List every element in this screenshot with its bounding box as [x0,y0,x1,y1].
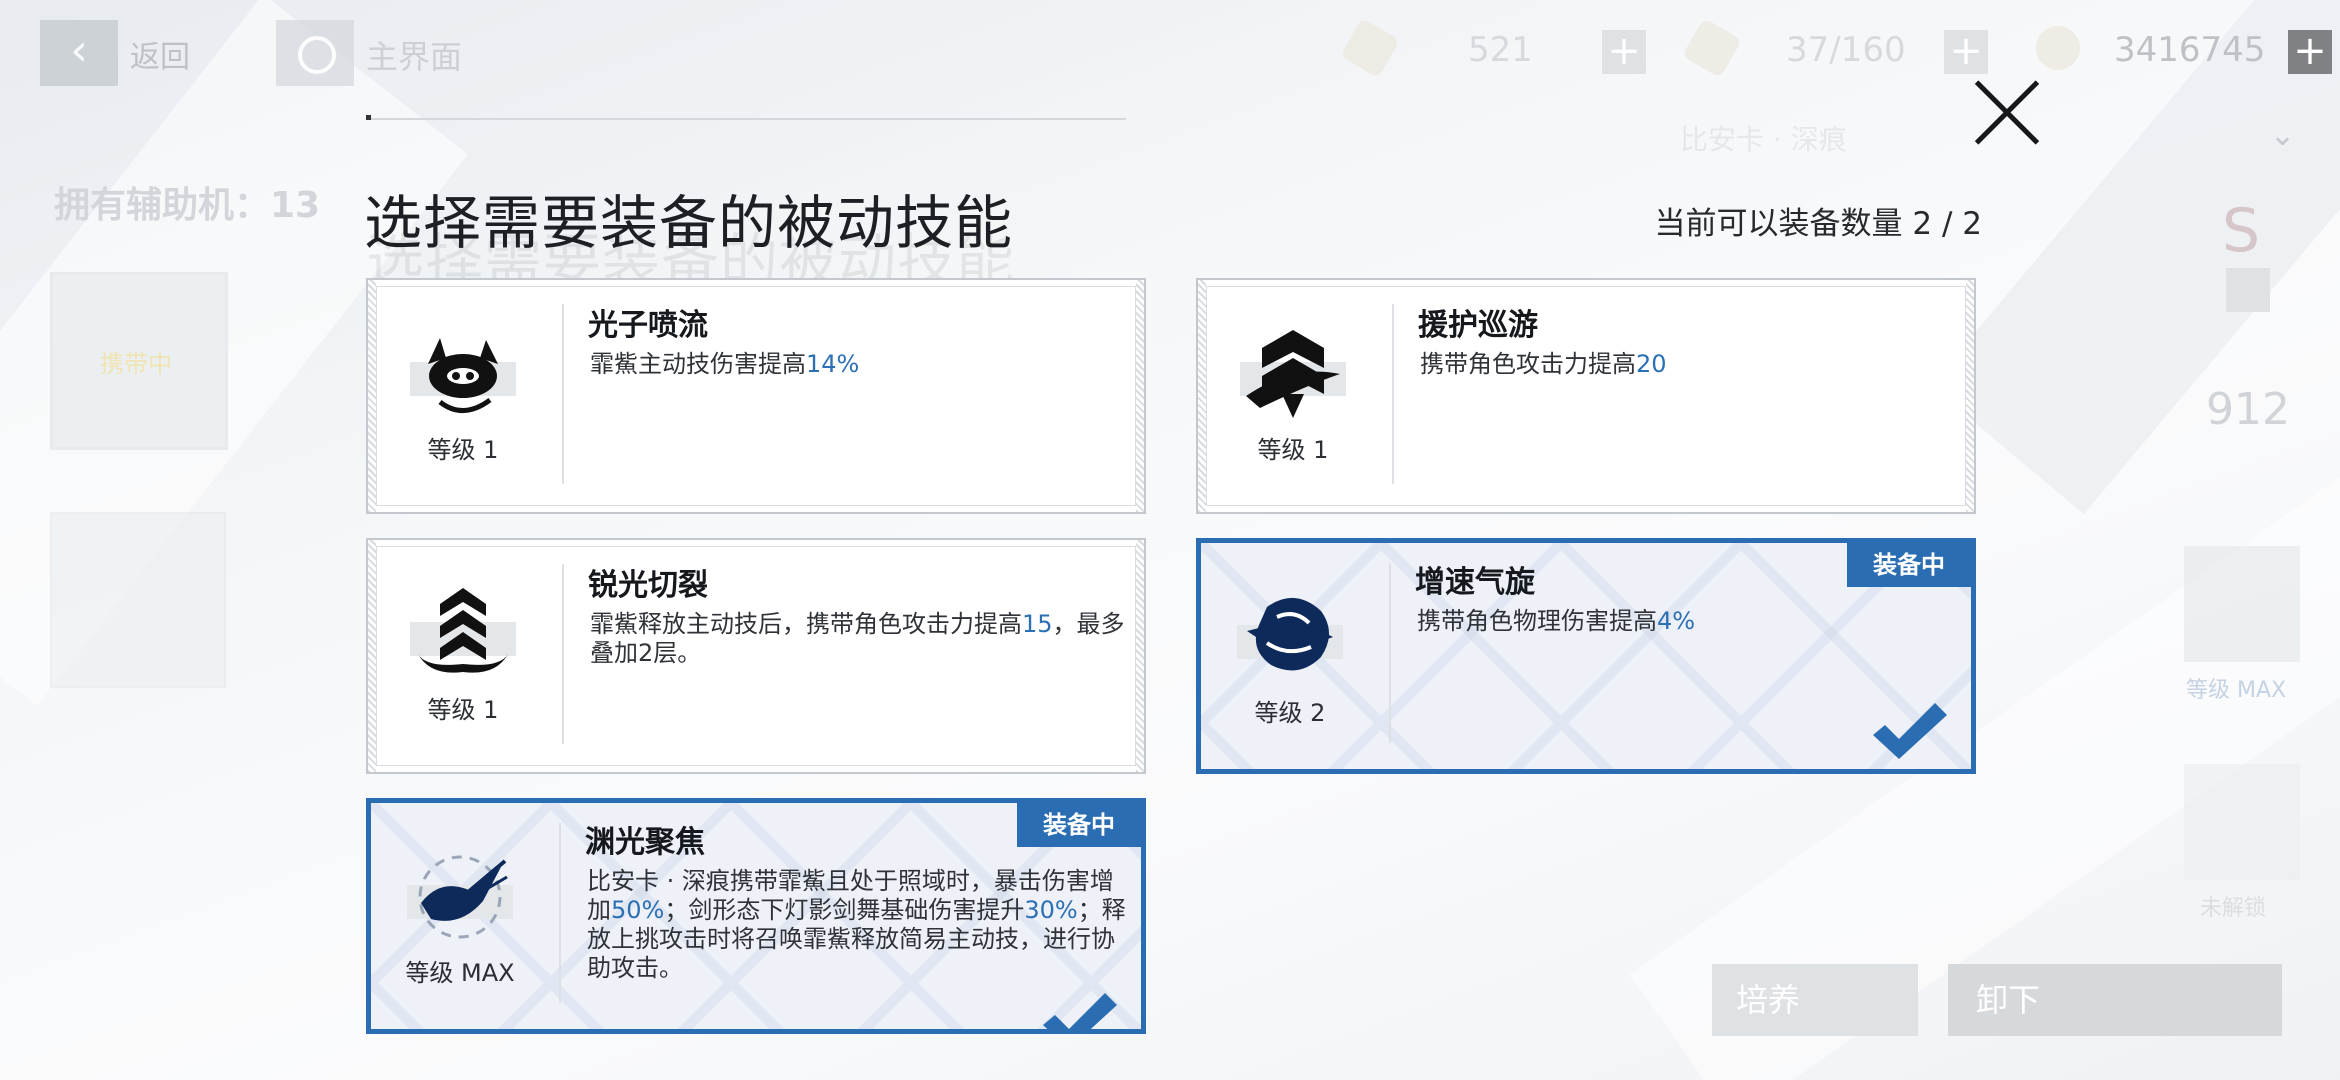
skill-name: 锐光切裂 [588,568,708,603]
card-edge [368,540,376,772]
equip-count-label: 当前可以装备数量 2 / 2 [1654,206,1982,242]
skill-description: 携带角色物理伤害提高4% [1417,607,1953,636]
description-text: ；剑形态下灯影剑舞基础伤害提升 [664,896,1025,924]
equipped-badge: 装备中 [1017,803,1141,847]
skill-level: 等级 2 [1254,699,1326,727]
highlight-value: 50% [611,896,665,924]
skill-card-sharp-light-rend[interactable]: 等级 1 锐光切裂 霏鮆释放主动技后，携带角色攻击力提高15，最多叠加2层。 [366,538,1146,774]
modal-top-divider [366,118,1126,120]
card-edge [368,280,376,512]
modal-overlay [0,0,2340,1080]
equipped-badge: 装备中 [1847,543,1971,587]
close-button[interactable] [1970,76,2042,148]
highlight-value: 15 [1022,610,1053,638]
escort-cruise-icon [1240,324,1346,422]
skill-name: 渊光聚焦 [585,825,705,860]
card-edge [1198,280,1206,512]
skill-description: 霏鮆主动技伤害提高14% [590,350,1126,379]
skill-level: 等级 1 [427,696,499,724]
checkmark-icon [1873,703,1947,759]
highlight-value: 4% [1657,607,1696,635]
card-divider [559,823,561,1003]
divider-dot [366,115,371,120]
card-edge [1136,280,1144,512]
card-divider [562,564,564,744]
card-divider [562,304,564,484]
skill-level: 等级 1 [427,436,499,464]
skill-level: 等级 1 [1257,436,1329,464]
description-text: 携带角色物理伤害提高 [1417,607,1657,635]
skill-description: 比安卡 · 深痕携带霏鮆且处于照域时，暴击伤害增加50%；剑形态下灯影剑舞基础伤… [587,867,1127,983]
highlight-value: 20 [1636,350,1667,378]
description-text: 携带角色攻击力提高 [1420,350,1636,378]
skill-description: 携带角色攻击力提高20 [1420,350,1956,379]
skill-card-speed-cyclone[interactable]: 等级 2 增速气旋 携带角色物理伤害提高4% 装备中 [1196,538,1976,774]
card-edge [1966,280,1974,512]
speed-cyclone-icon [1237,587,1343,685]
skill-card-abyss-focus[interactable]: 等级 MAX 渊光聚焦 比安卡 · 深痕携带霏鮆且处于照域时，暴击伤害增加50%… [366,798,1146,1034]
photon-jet-icon [410,324,516,422]
skill-name: 增速气旋 [1415,565,1535,600]
highlight-value: 14% [806,350,860,378]
skill-card-photon-jet[interactable]: 等级 1 光子喷流 霏鮆主动技伤害提高14% [366,278,1146,514]
sharp-light-rend-icon [410,584,516,682]
card-edge [1136,540,1144,772]
skill-card-escort-cruise[interactable]: 等级 1 援护巡游 携带角色攻击力提高20 [1196,278,1976,514]
card-divider [1389,563,1391,743]
description-text: 霏鮆主动技伤害提高 [590,350,806,378]
abyss-focus-icon [407,847,513,945]
description-text: 霏鮆释放主动技后，携带角色攻击力提高 [590,610,1022,638]
skill-name: 援护巡游 [1418,308,1538,343]
skill-level: 等级 MAX [405,959,515,987]
skill-description: 霏鮆释放主动技后，携带角色攻击力提高15，最多叠加2层。 [590,610,1126,668]
skill-name: 光子喷流 [588,308,708,343]
checkmark-icon [1043,993,1117,1029]
highlight-value: 30% [1024,896,1078,924]
card-divider [1392,304,1394,484]
modal-title: 选择需要装备的被动技能 [364,189,1014,257]
